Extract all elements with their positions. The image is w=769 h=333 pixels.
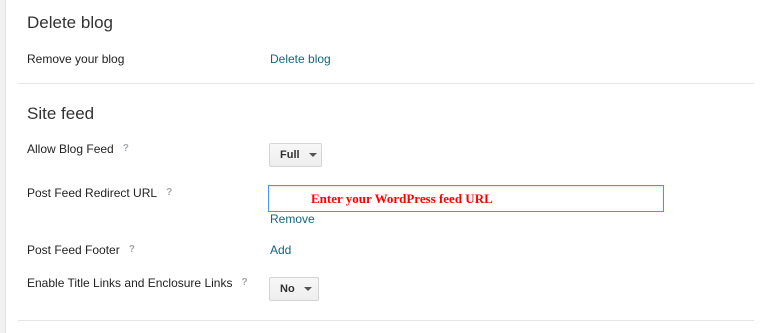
title-links-row: Enable Title Links and Enclosure Links? <box>27 276 248 290</box>
site-feed-heading: Site feed <box>27 104 95 123</box>
remove-blog-label: Remove your blog <box>27 52 125 66</box>
left-border <box>0 0 6 333</box>
chevron-down-icon <box>308 153 317 157</box>
section-divider <box>18 83 754 84</box>
chevron-down-icon <box>303 287 312 291</box>
delete-blog-link[interactable]: Delete blog <box>270 52 331 66</box>
help-icon[interactable]: ? <box>241 277 247 288</box>
remove-redirect-link[interactable]: Remove <box>270 212 315 226</box>
title-links-label: Enable Title Links and Enclosure Links <box>27 276 233 290</box>
help-icon[interactable]: ? <box>166 187 172 198</box>
post-feed-redirect-input[interactable]: Enter your WordPress feed URL <box>268 185 664 212</box>
section-divider-bottom <box>18 320 754 321</box>
add-footer-link[interactable]: Add <box>270 243 291 257</box>
post-feed-footer-row: Post Feed Footer? <box>27 243 135 257</box>
post-feed-redirect-label: Post Feed Redirect URL <box>27 186 158 200</box>
post-feed-footer-label: Post Feed Footer <box>27 243 120 257</box>
allow-blog-feed-dropdown[interactable]: Full <box>269 143 322 167</box>
allow-blog-feed-row: Allow Blog Feed? <box>27 142 129 156</box>
post-feed-redirect-value: Enter your WordPress feed URL <box>311 190 493 206</box>
allow-blog-feed-value: Full <box>280 149 300 161</box>
help-icon[interactable]: ? <box>123 143 129 154</box>
delete-blog-heading: Delete blog <box>27 13 114 32</box>
post-feed-redirect-row: Post Feed Redirect URL? <box>27 186 172 200</box>
allow-blog-feed-label: Allow Blog Feed <box>27 142 114 156</box>
title-links-value: No <box>280 283 295 295</box>
help-icon[interactable]: ? <box>129 244 135 255</box>
title-links-dropdown[interactable]: No <box>269 277 319 301</box>
